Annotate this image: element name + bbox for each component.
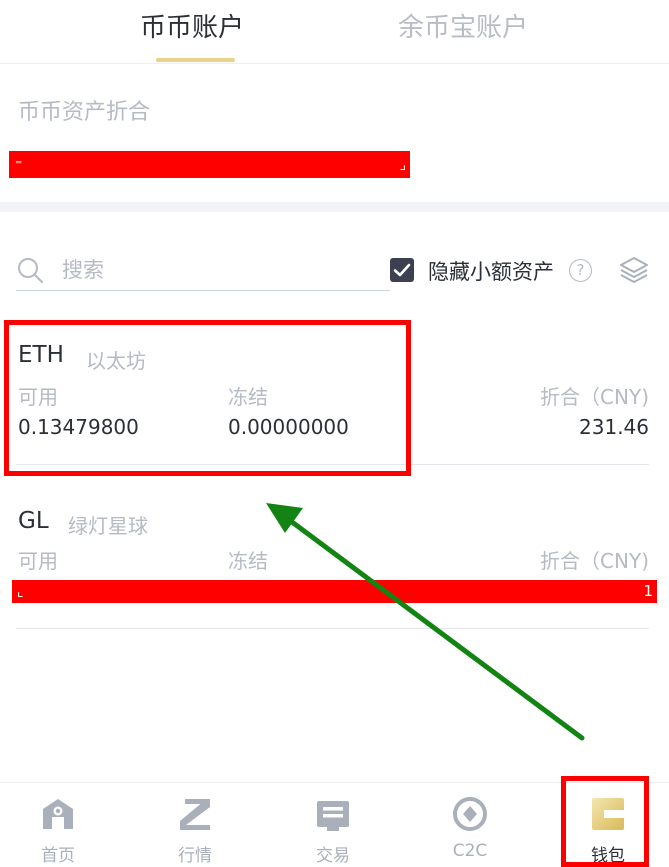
search-row: 隐藏小额资产 ? <box>0 244 669 294</box>
active-tab-indicator <box>156 58 235 62</box>
annotation-highlight-wallet <box>561 776 649 867</box>
nav-label-trade: 交易 <box>316 846 350 866</box>
help-icon[interactable]: ? <box>569 259 592 282</box>
nav-label-market: 行情 <box>178 846 212 866</box>
coin-symbol: GL <box>18 508 49 534</box>
home-icon <box>43 799 73 829</box>
tab-savings-account[interactable]: 余币宝账户 <box>398 8 528 48</box>
checkmark-icon <box>393 263 411 277</box>
hide-small-assets-label[interactable]: 隐藏小额资产 <box>428 256 554 286</box>
row-divider <box>16 628 649 629</box>
section-divider <box>0 202 669 212</box>
layers-icon[interactable] <box>618 254 650 286</box>
equiv-label: 折合（CNY) <box>540 549 649 573</box>
nav-label-home: 首页 <box>41 846 75 866</box>
search-underline <box>16 290 390 291</box>
nav-item-home[interactable]: 首页 <box>8 783 108 867</box>
redacted-total-value: ⁼ ⌟ <box>9 151 410 178</box>
nav-item-c2c[interactable]: C2C <box>420 783 520 867</box>
total-assets-label: 币币资产折合 <box>18 100 151 125</box>
frozen-label: 冻结 <box>228 549 268 573</box>
equiv-value: 231.46 <box>579 415 649 439</box>
search-input[interactable] <box>62 254 382 286</box>
hide-small-assets-checkbox[interactable] <box>390 258 414 282</box>
redacted-gl-values: ⌞ 1 <box>12 580 657 603</box>
available-label: 可用 <box>18 549 58 573</box>
annotation-highlight-eth <box>4 320 411 476</box>
nav-item-trade[interactable]: 交易 <box>283 783 383 867</box>
equiv-label: 折合（CNY) <box>540 385 649 409</box>
trade-icon <box>317 801 349 831</box>
search-icon <box>18 258 44 284</box>
market-icon <box>180 799 210 830</box>
tab-spot-account[interactable]: 币币账户 <box>140 8 244 48</box>
nav-item-market[interactable]: 行情 <box>145 783 245 867</box>
account-tabs: 币币账户 余币宝账户 <box>0 0 669 64</box>
nav-label-c2c: C2C <box>452 841 488 861</box>
coin-name: 绿灯星球 <box>68 514 148 538</box>
c2c-icon <box>453 797 487 831</box>
